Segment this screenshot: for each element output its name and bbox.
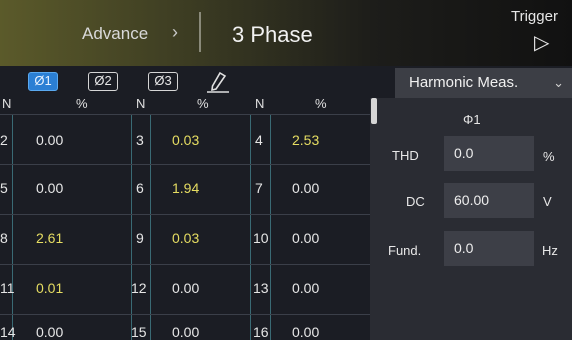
harmonic-order: 3 [136, 132, 144, 148]
dc-label: DC [406, 194, 425, 209]
harmonic-value: 1.94 [172, 180, 200, 196]
trigger-label[interactable]: Trigger [511, 8, 558, 25]
header-bar: Advance › 3 Phase Trigger ▷ [0, 0, 572, 66]
harmonic-value: 0.00 [292, 280, 320, 296]
harmonic-order: 4 [255, 132, 263, 148]
fundamental-unit: Hz [542, 243, 558, 258]
page-title: 3 Phase [232, 22, 313, 47]
thd-unit: % [543, 149, 555, 164]
column-divider [270, 114, 271, 340]
harmonic-value: 0.03 [172, 230, 200, 246]
harmonic-value: 0.00 [36, 324, 64, 340]
col-header-pct-2: % [197, 96, 209, 111]
measurement-mode-select[interactable]: Harmonic Meas. ⌄ [395, 68, 572, 98]
col-header-n-1: N [2, 96, 12, 111]
harmonic-order: 5 [0, 180, 8, 196]
harmonic-order: 16 [253, 324, 269, 340]
harmonic-order: 13 [253, 280, 269, 296]
breadcrumb-advance[interactable]: Advance [82, 24, 148, 44]
chevron-right-icon: › [172, 22, 178, 42]
harmonic-value: 0.00 [172, 324, 200, 340]
harmonic-order: 11 [0, 280, 15, 296]
harmonic-measurement-screen: Advance › 3 Phase Trigger ▷ Ø1 Ø2 Ø3 Har… [0, 0, 572, 340]
harmonic-order: 15 [131, 324, 147, 340]
harmonic-value: 0.03 [172, 132, 200, 148]
row-divider [0, 214, 370, 215]
header-divider [199, 12, 201, 52]
dc-unit: V [543, 194, 552, 209]
harmonic-value: 0.00 [292, 180, 320, 196]
row-divider [0, 314, 370, 315]
harmonic-value: 0.01 [36, 280, 64, 296]
harmonic-order: 9 [136, 230, 144, 246]
harmonic-order: 14 [0, 324, 16, 340]
phase-1-button[interactable]: Ø1 [28, 72, 58, 91]
phase-2-button[interactable]: Ø2 [88, 72, 118, 91]
harmonic-order: 2 [0, 132, 8, 148]
harmonic-order: 8 [0, 230, 8, 246]
thd-label: THD [392, 148, 419, 163]
row-divider [0, 264, 370, 265]
harmonic-order: 7 [255, 180, 263, 196]
panel-scrollbar[interactable] [371, 98, 377, 124]
col-header-n-2: N [136, 96, 146, 111]
harmonic-order: 10 [253, 230, 269, 246]
column-divider [131, 114, 132, 340]
col-header-n-3: N [255, 96, 265, 111]
harmonic-order: 6 [136, 180, 144, 196]
measurement-mode-label: Harmonic Meas. [409, 74, 519, 91]
column-divider [250, 114, 251, 340]
harmonic-value: 0.00 [36, 132, 64, 148]
harmonic-value: 2.53 [292, 132, 320, 148]
fundamental-value: 0.0 [444, 231, 534, 266]
fundamental-label: Fund. [388, 243, 422, 258]
column-divider [12, 114, 13, 340]
row-divider [0, 114, 370, 115]
harmonic-value: 2.61 [36, 230, 64, 246]
col-header-pct-3: % [315, 96, 327, 111]
row-divider [0, 164, 370, 165]
harmonic-value: 0.00 [292, 230, 320, 246]
harmonic-value: 0.00 [36, 180, 64, 196]
harmonic-value: 0.00 [292, 324, 320, 340]
column-divider [150, 114, 151, 340]
chevron-down-icon: ⌄ [553, 75, 564, 90]
harmonic-value: 0.00 [172, 280, 200, 296]
panel-phase-label: Φ1 [463, 112, 481, 127]
phase-3-button[interactable]: Ø3 [148, 72, 178, 91]
pen-icon[interactable] [205, 70, 231, 94]
thd-value: 0.0 [444, 136, 534, 171]
dc-value: 60.00 [444, 183, 534, 218]
harmonic-order: 12 [131, 280, 147, 296]
col-header-pct-1: % [76, 96, 88, 111]
play-icon[interactable]: ▷ [534, 30, 549, 55]
phase-summary-panel [370, 98, 572, 340]
